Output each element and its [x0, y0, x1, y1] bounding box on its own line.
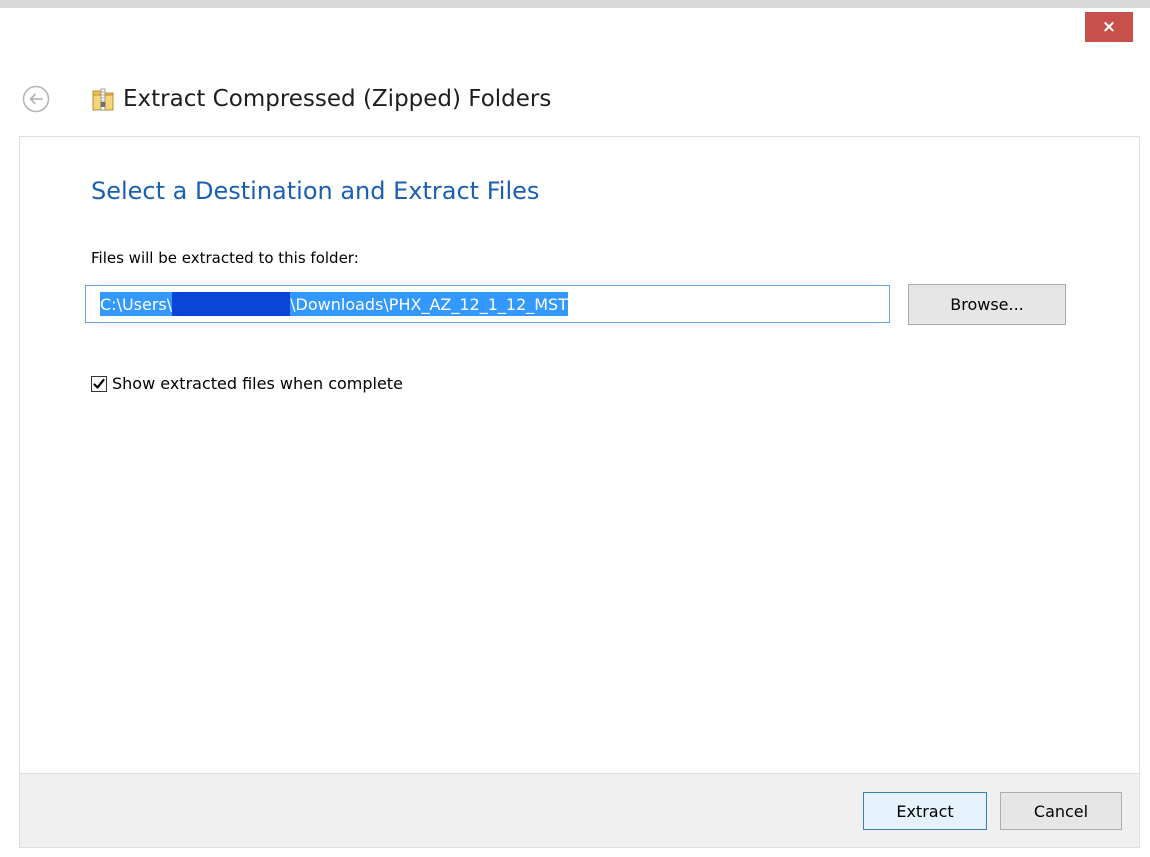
back-arrow-icon	[22, 85, 50, 113]
cancel-button[interactable]: Cancel	[1000, 792, 1122, 830]
extract-dialog: × Extract Compressed (Zipped) Folders Se…	[0, 0, 1150, 857]
checkmark-icon	[93, 378, 105, 389]
browse-button[interactable]: Browse...	[908, 284, 1066, 325]
path-suffix: \Downloads\PHX_AZ_12_1_12_MST	[290, 294, 568, 314]
destination-label: Files will be extracted to this folder:	[91, 249, 359, 267]
zip-folder-icon	[92, 88, 114, 111]
close-icon: ×	[1101, 16, 1117, 37]
close-button[interactable]: ×	[1085, 12, 1133, 42]
show-files-label: Show extracted files when complete	[112, 374, 403, 393]
window-title: Extract Compressed (Zipped) Folders	[123, 86, 552, 112]
path-prefix: C:\Users\	[100, 294, 173, 314]
show-files-checkbox[interactable]	[91, 375, 107, 392]
page-heading: Select a Destination and Extract Files	[91, 177, 540, 205]
content-panel: Select a Destination and Extract Files F…	[19, 136, 1140, 774]
button-bar: Extract Cancel	[19, 773, 1140, 848]
redacted-username	[172, 292, 291, 316]
back-button[interactable]	[20, 83, 52, 115]
selected-path-text: C:\Users\ \Downloads\PHX_AZ_12_1_12_MST	[100, 292, 568, 316]
destination-path-input[interactable]: C:\Users\ \Downloads\PHX_AZ_12_1_12_MST	[85, 285, 890, 323]
extract-button[interactable]: Extract	[863, 792, 987, 830]
show-files-option[interactable]: Show extracted files when complete	[91, 374, 403, 393]
navigation-bar: Extract Compressed (Zipped) Folders	[20, 73, 551, 125]
window-frame-top	[0, 0, 1150, 8]
